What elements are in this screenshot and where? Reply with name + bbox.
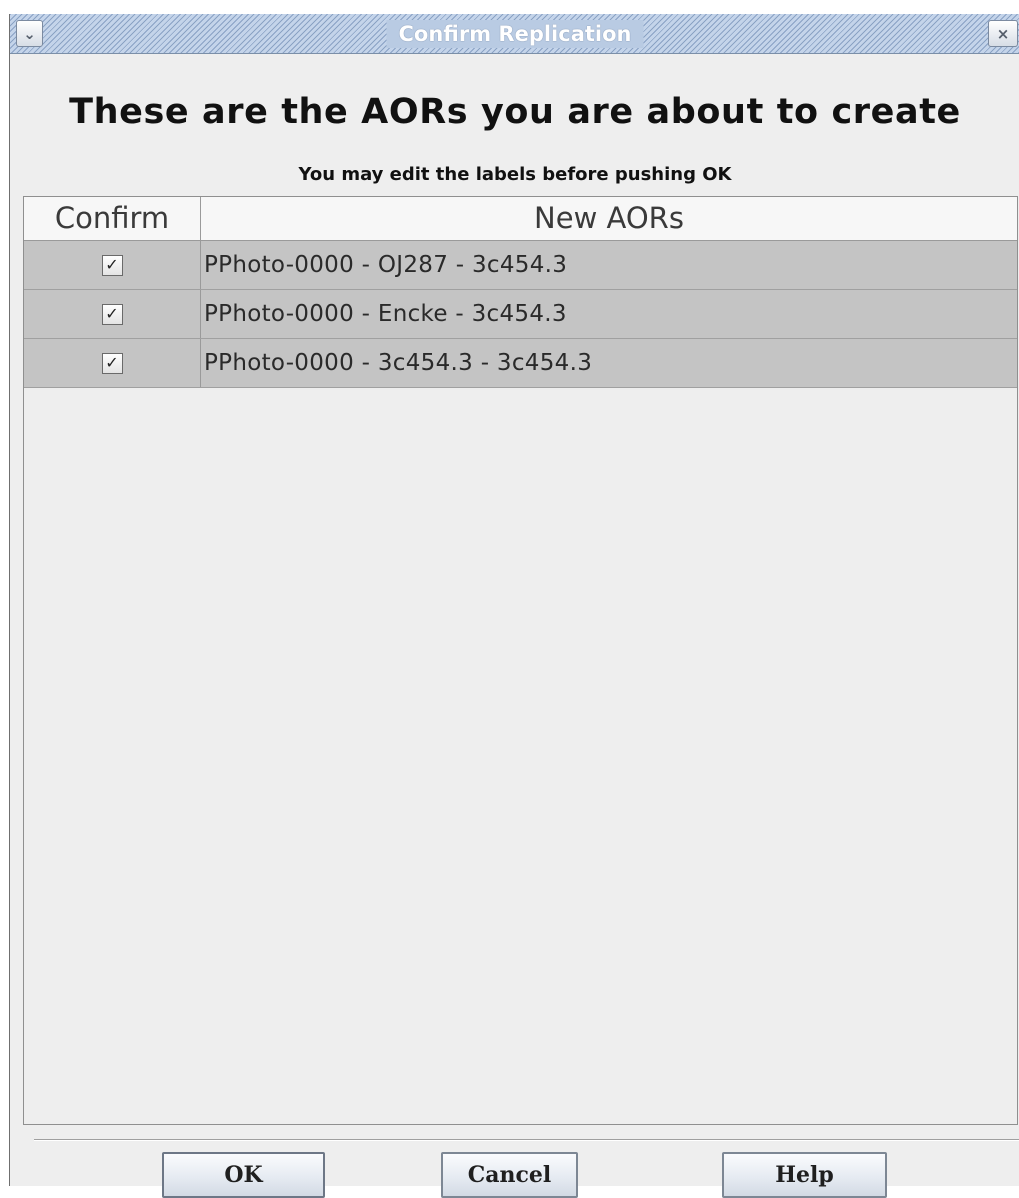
confirm-cell: ✓ xyxy=(24,339,201,387)
table-row: ✓ PPhoto-0000 - Encke - 3c454.3 xyxy=(24,290,1017,339)
window-menu-button[interactable]: ⌄ xyxy=(16,20,43,47)
checkmark-icon: ✓ xyxy=(105,304,119,323)
aor-label-cell[interactable]: PPhoto-0000 - Encke - 3c454.3 xyxy=(204,290,567,338)
checkmark-icon: ✓ xyxy=(105,353,119,372)
window-title: Confirm Replication xyxy=(386,20,644,48)
table-row: ✓ PPhoto-0000 - OJ287 - 3c454.3 xyxy=(24,241,1017,290)
aor-label-cell[interactable]: PPhoto-0000 - OJ287 - 3c454.3 xyxy=(204,241,567,289)
title-bar[interactable]: ⌄ Confirm Replication × xyxy=(10,14,1019,54)
table-row: ✓ PPhoto-0000 - 3c454.3 - 3c454.3 xyxy=(24,339,1017,388)
confirm-checkbox[interactable]: ✓ xyxy=(101,254,123,276)
page-title: These are the AORs you are about to crea… xyxy=(69,92,961,132)
close-button[interactable]: × xyxy=(988,20,1018,47)
confirm-cell: ✓ xyxy=(24,290,201,338)
confirm-replication-dialog: ⌄ Confirm Replication × These are the AO… xyxy=(9,14,1019,1198)
column-header-new-aors[interactable]: New AORs xyxy=(201,197,1017,240)
column-header-confirm[interactable]: Confirm xyxy=(24,197,201,240)
ok-button[interactable]: OK xyxy=(162,1152,325,1198)
divider xyxy=(34,1139,1019,1141)
table-header: Confirm New AORs xyxy=(24,197,1017,241)
aor-label-cell[interactable]: PPhoto-0000 - 3c454.3 - 3c454.3 xyxy=(204,339,592,387)
close-icon: × xyxy=(996,24,1010,43)
cancel-button[interactable]: Cancel xyxy=(441,1152,578,1198)
help-button[interactable]: Help xyxy=(722,1152,887,1198)
confirm-cell: ✓ xyxy=(24,241,201,289)
checkmark-icon: ✓ xyxy=(105,255,119,274)
confirm-checkbox[interactable]: ✓ xyxy=(101,303,123,325)
chevron-down-icon: ⌄ xyxy=(23,24,36,43)
instruction-text: You may edit the labels before pushing O… xyxy=(298,164,732,185)
aor-table: Confirm New AORs ✓ PPhoto-0000 - OJ287 -… xyxy=(23,196,1018,1125)
confirm-checkbox[interactable]: ✓ xyxy=(101,352,123,374)
